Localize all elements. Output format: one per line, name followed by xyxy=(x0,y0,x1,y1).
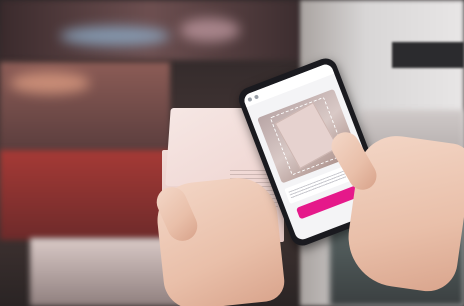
shelf-light xyxy=(60,26,170,46)
shelf-light xyxy=(180,18,240,42)
store-sign xyxy=(392,42,464,68)
shelf-light xyxy=(10,72,90,94)
search-icon xyxy=(253,94,260,100)
photo-scene xyxy=(0,0,464,306)
menu-icon xyxy=(247,96,253,103)
shelf-lower xyxy=(0,150,170,240)
